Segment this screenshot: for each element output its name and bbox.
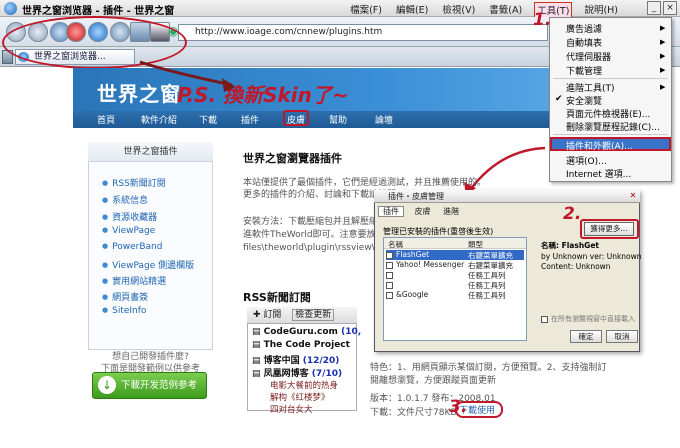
plugin-row[interactable]: 任務工具列	[386, 270, 524, 280]
plugin-name: &Google	[396, 290, 429, 299]
plugin-type: 任務工具列	[468, 291, 506, 300]
sidebar-heading: 世界之窗插件	[88, 142, 213, 162]
dialog-tab-plugins[interactable]: 插件	[378, 206, 404, 217]
rss-feed-name: The Code Project	[263, 340, 350, 350]
rss-check-update-label: 檢查更新	[295, 310, 332, 320]
features-text-2: 閱離想瀏覽，方便跟蹤頁面更新	[370, 376, 497, 386]
submenu-arrow-icon: ▶	[660, 52, 666, 60]
autoload-checkbox-row[interactable]: 在所有瀏覽視窗中直接載入	[541, 314, 635, 324]
autoload-checkbox[interactable]	[541, 315, 548, 323]
dialog-subtitle: 管理已安裝的插件(重啓後生效)	[383, 227, 494, 236]
submenu-arrow-icon: ▶	[660, 83, 666, 91]
plugin-info-author: by Unknown ver: Unknown	[541, 252, 642, 261]
menu-item-clear-history[interactable]: 刪除瀏覽歷程記錄(C)...	[566, 120, 660, 133]
annotation-number-1: 1.	[533, 10, 552, 30]
menu-item-element-inspector[interactable]: 頁面元件檢視器(E)...	[566, 107, 650, 120]
column-type: 類型	[468, 240, 483, 249]
plugin-checkbox[interactable]	[386, 281, 393, 289]
main-paragraph-4: 進軟件TheWorld即可。注意要放在	[243, 230, 385, 240]
plugin-info-name: 名稱: FlashGet	[541, 241, 599, 250]
plugin-row[interactable]: 任務工具列	[386, 280, 524, 290]
menu-separator	[553, 78, 668, 79]
menu-item-proxy[interactable]: 代理伺服器	[566, 50, 611, 63]
main-heading: 世界之窗瀏覽器插件	[243, 152, 342, 165]
main-paragraph-3: 安裝方法：下載壓縮包并且解壓縮，	[243, 217, 388, 227]
plugin-name: Yahoo! Messenger	[396, 260, 465, 269]
annotation-more-box	[580, 219, 639, 239]
rss-preview-toolbar: ✚ 訂閱 檢查更新	[247, 307, 357, 324]
plugin-checkbox[interactable]	[386, 261, 393, 269]
plugin-row[interactable]: FlashGet 右鍵菜單擴充	[386, 250, 524, 260]
rss-entry[interactable]: 解构《红楼梦》	[270, 391, 330, 403]
rss-feed-count: (7/10)	[311, 369, 343, 379]
dialog-close-icon[interactable]: ✕	[628, 191, 638, 201]
rss-feed-name: 凤凰网博客	[263, 369, 309, 379]
sidebar-item-siteinfo[interactable]: SiteInfo	[102, 306, 146, 316]
dialog-tab-bar: 插件 皮膚 進階	[378, 206, 459, 217]
menu-item-autofill[interactable]: 自動填表	[566, 36, 602, 49]
rss-entry[interactable]: 电影大餐前的热身	[270, 379, 338, 391]
sidebar-item-bookmarks[interactable]: 網頁書簽	[102, 290, 148, 303]
menu-item-plugins-skins[interactable]: 插件和外觀(A)...	[566, 139, 633, 152]
features-text: 特色：1、用網頁顯示某個訂閱，方便預覽。2、支持強制訂	[370, 363, 607, 373]
annotation-number-3: 3.	[449, 397, 468, 417]
plugin-checkbox[interactable]	[386, 251, 393, 259]
size-text: 下載：文件尺寸78KB	[370, 408, 457, 418]
dialog-title: 插件・皮膚管理	[374, 190, 640, 203]
checkmark-icon: ✔	[555, 94, 563, 104]
menu-item-adblock[interactable]: 廣告過濾	[566, 22, 602, 35]
rss-check-update-button[interactable]: 檢查更新	[292, 309, 335, 321]
download-arrow-icon: ↓	[98, 376, 116, 394]
rss-feed-row[interactable]: ▤ 博客中国 (12/20)	[252, 353, 339, 366]
submenu-arrow-icon: ▶	[660, 66, 666, 74]
sidebar-item-viewpage[interactable]: ViewPage	[102, 226, 155, 236]
plugin-checkbox[interactable]	[386, 271, 393, 279]
plugin-info-type: Content: Unknown	[541, 262, 611, 271]
rss-feed-row[interactable]: ▤ The Code Project	[252, 340, 350, 350]
sidebar-item-rss[interactable]: RSS新聞訂閱	[102, 176, 166, 189]
rss-subscribe-label: 訂閱	[263, 310, 282, 320]
sidebar-item-sites[interactable]: 實用網站精選	[102, 274, 166, 287]
rss-feed-name: 博客中国	[263, 356, 300, 366]
menu-separator	[553, 134, 668, 135]
rss-feed-row[interactable]: ▤ 凤凰网博客 (7/10)	[252, 366, 342, 379]
rss-heading: RSS新聞訂閱	[243, 291, 311, 304]
rss-feed-name: CodeGuru.com	[263, 327, 338, 337]
menu-item-downloads[interactable]: 下載管理	[566, 64, 602, 77]
plugin-checkbox[interactable]	[386, 291, 393, 299]
menu-item-options[interactable]: 選項(O)...	[566, 154, 607, 167]
dialog-tab-advanced[interactable]: 進階	[443, 207, 459, 216]
rss-entry[interactable]: 四对台女大	[270, 403, 313, 415]
menu-item-internet-options[interactable]: Internet 選項...	[566, 167, 631, 180]
sidebar-item-powerband[interactable]: PowerBand	[102, 242, 162, 252]
plugin-row[interactable]: Yahoo! Messenger 右鍵菜單擴充	[386, 260, 524, 270]
rss-subscribe-button[interactable]: ✚ 訂閱	[253, 310, 281, 320]
rss-feed-count: (12/20)	[302, 356, 340, 366]
autoload-checkbox-label: 在所有瀏覽視窗中直接載入	[551, 315, 635, 323]
dialog-ok-button[interactable]: 確定	[570, 330, 602, 343]
column-name: 名稱	[388, 240, 403, 249]
menu-item-advanced-tools[interactable]: 進階工具(T)	[566, 81, 615, 94]
plugin-row[interactable]: &Google 任務工具列	[386, 290, 524, 300]
rss-feed-row[interactable]: ▤ CodeGuru.com (10,	[252, 327, 361, 337]
menu-item-safe-browsing[interactable]: 安全瀏覽	[566, 94, 602, 107]
plugin-list-header: 名稱 類型	[384, 238, 526, 249]
submenu-arrow-icon: ▶	[660, 24, 666, 32]
dialog-cancel-button[interactable]: 取消	[606, 330, 638, 343]
annotation-number-2: 2.	[563, 204, 582, 224]
rss-feed-count: (10,	[341, 327, 362, 337]
sidebar-item-sysinfo[interactable]: 系統信息	[102, 193, 148, 206]
dialog-tab-skins[interactable]: 皮膚	[415, 207, 431, 216]
sidebar-item-collector[interactable]: 資源收藏器	[102, 210, 157, 223]
submenu-arrow-icon: ▶	[660, 38, 666, 46]
sidebar-item-viewpage-side[interactable]: ViewPage 側邊欄版	[102, 258, 194, 271]
plugin-name: FlashGet	[396, 250, 430, 259]
